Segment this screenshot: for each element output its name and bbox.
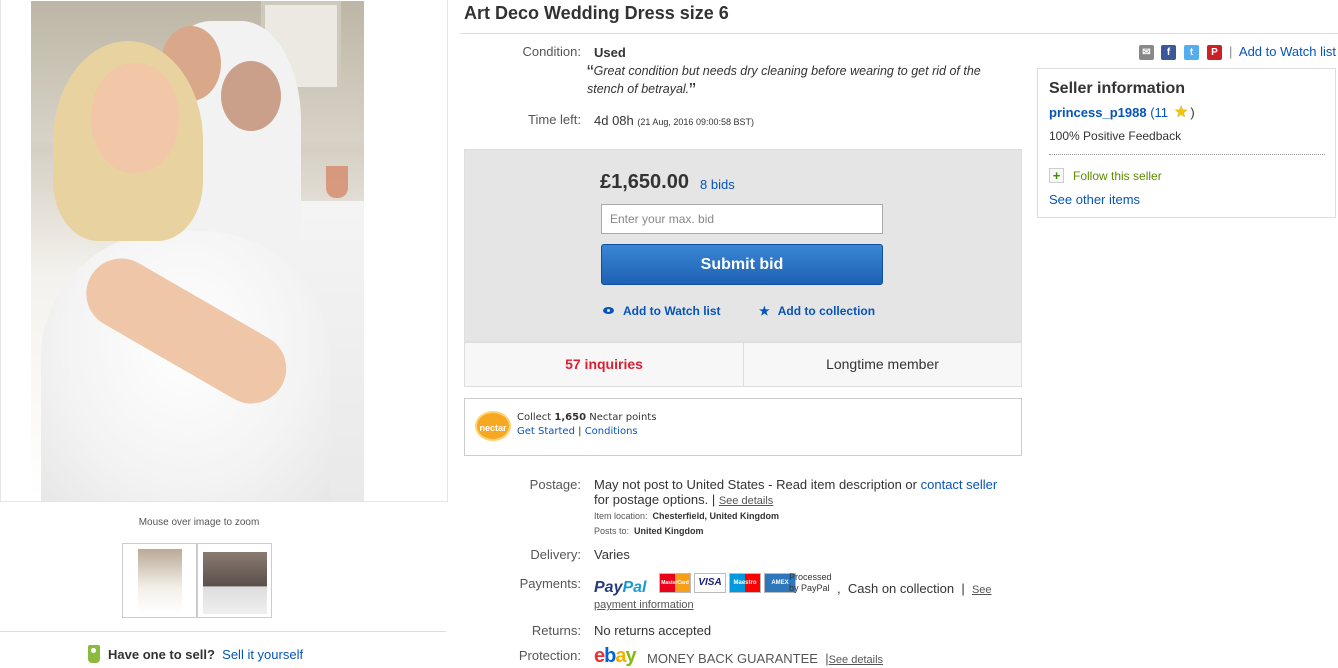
- visa-icon: VISA: [694, 573, 726, 593]
- add-to-watchlist-link[interactable]: Add to Watch list: [603, 304, 721, 318]
- ebay-logo: ebay: [594, 645, 637, 667]
- protection-label: Protection:: [518, 648, 581, 663]
- main-item-photo[interactable]: [31, 1, 364, 501]
- max-bid-input[interactable]: [601, 204, 883, 234]
- listing-stats: 57 inquiries Longtime member: [464, 342, 1022, 387]
- mail-icon[interactable]: ✉: [1139, 45, 1154, 60]
- watchlist-top: | Add to Watch list: [1229, 44, 1336, 59]
- sell-it-yourself-link[interactable]: Sell it yourself: [222, 647, 303, 662]
- thumbnail-1[interactable]: [122, 543, 197, 618]
- processed-by-paypal: Processed by PayPal: [789, 572, 832, 593]
- feedback-star-icon: ★: [1174, 104, 1189, 121]
- nectar-conditions-link[interactable]: Conditions: [585, 426, 638, 437]
- cash-on-collection: , Cash on collection | See: [837, 581, 992, 596]
- eye-icon: [603, 307, 614, 314]
- postage-label: Postage:: [529, 477, 581, 492]
- positive-feedback: 100% Positive Feedback: [1049, 129, 1182, 143]
- twitter-icon[interactable]: t: [1184, 45, 1199, 60]
- nectar-text: Collect 1,650 Nectar points Get Started …: [517, 412, 657, 437]
- star-icon: ★: [759, 304, 770, 318]
- seller-status: Longtime member: [826, 356, 939, 372]
- nectar-get-started-link[interactable]: Get Started: [517, 426, 575, 437]
- time-left-label: Time left:: [528, 112, 581, 127]
- seller-name-line: princess_p1988 (11 ★): [1049, 104, 1195, 121]
- returns-value: No returns accepted: [594, 623, 712, 638]
- condition-label: Condition:: [522, 44, 581, 59]
- page-title: Art Deco Wedding Dress size 6: [464, 3, 729, 23]
- add-to-collection-link[interactable]: ★ Add to collection: [759, 304, 875, 318]
- maestro-icon: Maestro: [729, 573, 761, 593]
- contact-seller-link[interactable]: contact seller: [921, 477, 998, 492]
- condition-description: “Great condition but needs dry cleaning …: [587, 62, 981, 102]
- price-tag-icon: [88, 645, 100, 663]
- bid-count-link[interactable]: 8 bids: [700, 177, 735, 192]
- money-back-guarantee: MONEY BACK GUARANTEE |See details: [647, 651, 884, 666]
- seller-info-heading: Seller information: [1049, 80, 1186, 97]
- inquiries-count: 57 inquiries: [465, 343, 744, 386]
- delivery-label: Delivery:: [530, 547, 581, 562]
- title-divider: [460, 33, 1338, 34]
- payment-see-link[interactable]: See: [972, 584, 992, 596]
- facebook-icon[interactable]: f: [1161, 45, 1176, 60]
- payments-label: Payments:: [519, 576, 581, 591]
- zoom-hint: Mouse over image to zoom: [138, 517, 260, 528]
- payment-information-link[interactable]: payment information: [594, 599, 694, 611]
- pinterest-icon[interactable]: P: [1207, 45, 1222, 60]
- seller-score-link[interactable]: (11: [1150, 105, 1168, 120]
- postage-info: May not post to United States - Read ite…: [594, 477, 998, 507]
- postage-see-details-link[interactable]: See details: [719, 495, 773, 507]
- divider: [0, 631, 446, 632]
- add-to-watchlist-top-link[interactable]: Add to Watch list: [1239, 44, 1336, 59]
- submit-bid-button[interactable]: Submit bid: [601, 244, 883, 285]
- delivery-value: Varies: [594, 547, 630, 562]
- follow-seller-button[interactable]: + Follow this seller: [1049, 168, 1162, 183]
- nectar-logo: nectar: [475, 411, 511, 441]
- plus-icon: +: [1049, 168, 1064, 183]
- returns-label: Returns:: [531, 623, 581, 638]
- nectar-points-box: nectar Collect 1,650 Nectar points Get S…: [464, 398, 1022, 456]
- thumbnail-2[interactable]: [197, 543, 272, 618]
- condition-value: Used: [594, 45, 626, 60]
- sell-prompt: Have one to sell? Sell it yourself: [88, 645, 303, 663]
- seller-name-link[interactable]: princess_p1988: [1049, 105, 1147, 120]
- time-left-value: 4d 08h (21 Aug, 2016 09:00:58 BST): [594, 113, 754, 128]
- see-other-items-link[interactable]: See other items: [1049, 192, 1140, 207]
- posts-to: Posts to: United Kingdom: [594, 526, 704, 536]
- current-price: £1,650.00: [600, 171, 689, 193]
- item-location: Item location: Chesterfield, United King…: [594, 511, 780, 521]
- mastercard-icon: MasterCard: [659, 573, 691, 593]
- paypal-logo: PayPal: [594, 579, 647, 596]
- guarantee-see-details-link[interactable]: See details: [829, 654, 883, 666]
- seller-divider: [1049, 154, 1325, 155]
